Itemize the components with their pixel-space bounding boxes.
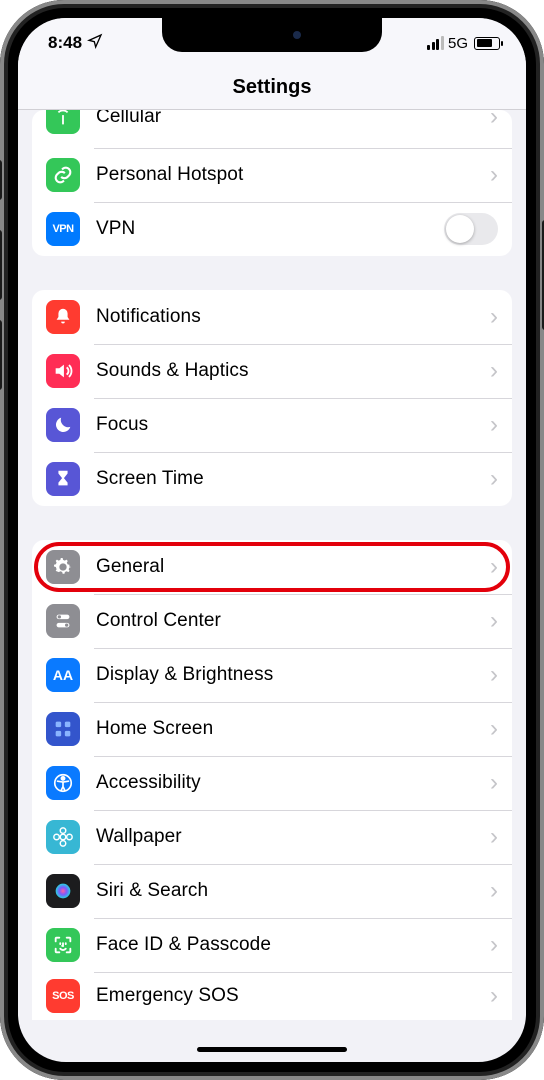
row-label: Wallpaper: [96, 826, 490, 848]
row-faceid[interactable]: Face ID & Passcode ›: [32, 918, 512, 972]
row-label: Sounds & Haptics: [96, 360, 490, 382]
grid-icon: [46, 712, 80, 746]
row-controlcenter[interactable]: Control Center ›: [32, 594, 512, 648]
moon-icon: [46, 408, 80, 442]
row-label: Cellular: [96, 110, 490, 128]
notch: [162, 18, 382, 52]
row-screentime[interactable]: Screen Time ›: [32, 452, 512, 506]
chevron-right-icon: ›: [490, 769, 498, 797]
chevron-right-icon: ›: [490, 357, 498, 385]
chevron-right-icon: ›: [490, 931, 498, 959]
row-display[interactable]: AA Display & Brightness ›: [32, 648, 512, 702]
location-icon: [87, 33, 103, 54]
flower-icon: [46, 820, 80, 854]
row-label: Screen Time: [96, 468, 490, 490]
sos-icon: SOS: [46, 979, 80, 1013]
chevron-right-icon: ›: [490, 982, 498, 1010]
signal-icon: [427, 36, 444, 50]
row-label: General: [96, 556, 490, 578]
settings-group-notifications: Notifications › Sounds & Haptics › Focus…: [32, 290, 512, 506]
accessibility-icon: [46, 766, 80, 800]
bell-icon: [46, 300, 80, 334]
chevron-right-icon: ›: [490, 877, 498, 905]
settings-list[interactable]: Cellular › Personal Hotspot › VPN VPN: [18, 110, 526, 1060]
row-siri[interactable]: Siri & Search ›: [32, 864, 512, 918]
home-indicator[interactable]: [197, 1047, 347, 1052]
row-label: Emergency SOS: [96, 985, 490, 1007]
chevron-right-icon: ›: [490, 303, 498, 331]
page-title: Settings: [18, 68, 526, 110]
vpn-icon: VPN: [46, 212, 80, 246]
gear-icon: [46, 550, 80, 584]
link-icon: [46, 158, 80, 192]
row-sos[interactable]: SOS Emergency SOS ›: [32, 972, 512, 1020]
chevron-right-icon: ›: [490, 607, 498, 635]
row-wallpaper[interactable]: Wallpaper ›: [32, 810, 512, 864]
chevron-right-icon: ›: [490, 161, 498, 189]
speaker-icon: [46, 354, 80, 388]
row-label: Home Screen: [96, 718, 490, 740]
row-focus[interactable]: Focus ›: [32, 398, 512, 452]
status-time: 8:48: [48, 33, 82, 53]
row-label: Siri & Search: [96, 880, 490, 902]
row-vpn[interactable]: VPN VPN: [32, 202, 512, 256]
row-label: Accessibility: [96, 772, 490, 794]
antenna-icon: [46, 110, 80, 134]
battery-icon: [474, 37, 500, 50]
chevron-right-icon: ›: [490, 553, 498, 581]
row-sounds[interactable]: Sounds & Haptics ›: [32, 344, 512, 398]
chevron-right-icon: ›: [490, 110, 498, 131]
row-general[interactable]: General ›: [32, 540, 512, 594]
row-label: Notifications: [96, 306, 490, 328]
network-label: 5G: [448, 35, 468, 52]
row-label: Personal Hotspot: [96, 164, 490, 186]
settings-group-connectivity: Cellular › Personal Hotspot › VPN VPN: [32, 110, 512, 256]
row-homescreen[interactable]: Home Screen ›: [32, 702, 512, 756]
settings-group-general: General › Control Center › AA Display & …: [32, 540, 512, 1020]
chevron-right-icon: ›: [490, 661, 498, 689]
row-cellular[interactable]: Cellular ›: [32, 110, 512, 148]
chevron-right-icon: ›: [490, 823, 498, 851]
switches-icon: [46, 604, 80, 638]
text-size-icon: AA: [46, 658, 80, 692]
row-label: Face ID & Passcode: [96, 934, 490, 956]
chevron-right-icon: ›: [490, 465, 498, 493]
chevron-right-icon: ›: [490, 715, 498, 743]
hourglass-icon: [46, 462, 80, 496]
faceid-icon: [46, 928, 80, 962]
row-accessibility[interactable]: Accessibility ›: [32, 756, 512, 810]
row-hotspot[interactable]: Personal Hotspot ›: [32, 148, 512, 202]
row-notifications[interactable]: Notifications ›: [32, 290, 512, 344]
vpn-toggle[interactable]: [444, 213, 498, 245]
row-label: Control Center: [96, 610, 490, 632]
row-label: VPN: [96, 218, 444, 240]
row-label: Focus: [96, 414, 490, 436]
siri-icon: [46, 874, 80, 908]
row-label: Display & Brightness: [96, 664, 490, 686]
chevron-right-icon: ›: [490, 411, 498, 439]
